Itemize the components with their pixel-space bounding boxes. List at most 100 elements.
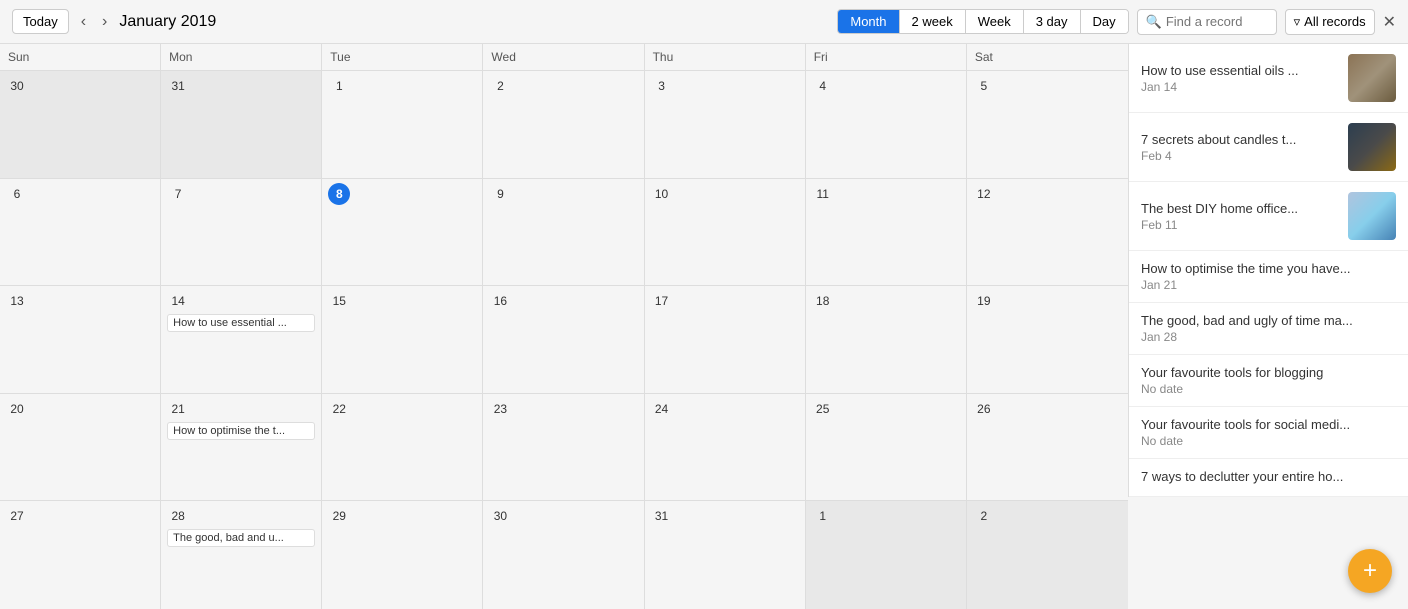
- calendar-cell[interactable]: 2: [483, 71, 644, 178]
- close-button[interactable]: ✕: [1383, 12, 1396, 32]
- calendar-cell[interactable]: 19: [967, 286, 1128, 393]
- sidebar-item-title: How to optimise the time you have...: [1141, 261, 1396, 276]
- calendar-cell[interactable]: 15: [322, 286, 483, 393]
- sidebar-item[interactable]: How to use essential oils ...Jan 14: [1129, 44, 1408, 113]
- cell-number: 5: [973, 75, 995, 97]
- prev-nav-button[interactable]: ‹: [77, 11, 90, 33]
- sidebar: How to use essential oils ...Jan 14 7 sec…: [1128, 44, 1408, 497]
- search-box: 🔍: [1137, 9, 1277, 35]
- sidebar-item[interactable]: 7 secrets about candles t... Feb 4: [1129, 113, 1408, 182]
- calendar-cell[interactable]: 5: [967, 71, 1128, 178]
- calendar-cell[interactable]: 26: [967, 394, 1128, 501]
- tab-day[interactable]: Day: [1081, 10, 1128, 33]
- cell-number: 21: [167, 398, 189, 420]
- cell-number: 25: [812, 398, 834, 420]
- sidebar-item-info: The best DIY home office... Feb 11: [1141, 201, 1338, 232]
- calendar-cell[interactable]: 17: [645, 286, 806, 393]
- tab-3day[interactable]: 3 day: [1024, 10, 1081, 33]
- calendar-cell[interactable]: 24: [645, 394, 806, 501]
- sidebar-item-title: 7 secrets about candles t...: [1141, 132, 1338, 147]
- cell-number: 13: [6, 290, 28, 312]
- calendar-cell[interactable]: 1: [806, 501, 967, 609]
- calendar-cell[interactable]: 7: [161, 179, 322, 286]
- event-pill[interactable]: How to use essential ...: [167, 314, 315, 332]
- sidebar-list: How to use essential oils ...Jan 14 7 sec…: [1129, 44, 1408, 497]
- cell-number: 11: [812, 183, 834, 205]
- sidebar-item-info: How to optimise the time you have... Jan …: [1141, 261, 1396, 292]
- sidebar-item-date: Jan 21: [1141, 278, 1396, 292]
- sidebar-item-date: Feb 11: [1141, 218, 1338, 232]
- today-button[interactable]: Today: [12, 9, 69, 34]
- sidebar-item-date: Jan 14: [1141, 80, 1338, 94]
- calendar-cell[interactable]: 30: [0, 71, 161, 178]
- cell-number: 30: [489, 505, 511, 527]
- calendar-cell[interactable]: 21 How to optimise the t...: [161, 394, 322, 501]
- calendar-cell[interactable]: 27: [0, 501, 161, 609]
- filter-button[interactable]: ▿ All records: [1285, 9, 1375, 35]
- day-headers: Sun Mon Tue Wed Thu Fri Sat: [0, 44, 1128, 71]
- calendar-cell[interactable]: 20: [0, 394, 161, 501]
- sidebar-item-date: Jan 28: [1141, 330, 1396, 344]
- calendar-week-2: 13 14How to use essential ...151617 18 19: [0, 286, 1128, 394]
- sidebar-item-info: 7 ways to declutter your entire ho...: [1141, 469, 1396, 486]
- calendar-cell[interactable]: 28The good, bad and u...: [161, 501, 322, 609]
- cell-number: 12: [973, 183, 995, 205]
- cell-number: 19: [973, 290, 995, 312]
- search-input[interactable]: [1166, 14, 1266, 29]
- calendar-cell[interactable]: 6: [0, 179, 161, 286]
- sidebar-item-title: Your favourite tools for social medi...: [1141, 417, 1396, 432]
- cell-number: 22: [328, 398, 350, 420]
- sidebar-wrapper: How to use essential oils ...Jan 14 7 sec…: [1128, 44, 1408, 609]
- calendar-cell[interactable]: 29: [322, 501, 483, 609]
- sidebar-item[interactable]: 7 ways to declutter your entire ho...: [1129, 459, 1408, 497]
- calendar-cell[interactable]: 25: [806, 394, 967, 501]
- sidebar-item-title: 7 ways to declutter your entire ho...: [1141, 469, 1396, 484]
- tab-week[interactable]: Week: [966, 10, 1024, 33]
- calendar-cell[interactable]: 31: [161, 71, 322, 178]
- calendar-cell[interactable]: 3: [645, 71, 806, 178]
- sidebar-item[interactable]: The good, bad and ugly of time ma...Jan …: [1129, 303, 1408, 355]
- calendar-cell[interactable]: 8: [322, 179, 483, 286]
- tab-month[interactable]: Month: [838, 10, 899, 33]
- sidebar-item-info: How to use essential oils ...Jan 14: [1141, 63, 1338, 94]
- calendar-cell[interactable]: 18: [806, 286, 967, 393]
- next-nav-button[interactable]: ›: [98, 11, 111, 33]
- calendar-cell[interactable]: 13: [0, 286, 161, 393]
- calendar-cell[interactable]: 4: [806, 71, 967, 178]
- calendar-cell[interactable]: 31: [645, 501, 806, 609]
- calendar-week-0: 3031 1 2 345: [0, 71, 1128, 179]
- calendar-cell[interactable]: 30: [483, 501, 644, 609]
- month-title: January 2019: [119, 13, 216, 31]
- event-pill[interactable]: How to optimise the t...: [167, 422, 315, 440]
- cell-number: 18: [812, 290, 834, 312]
- calendar-cell[interactable]: 14How to use essential ...: [161, 286, 322, 393]
- calendar-week-4: 2728The good, bad and u...29 30 3112: [0, 501, 1128, 609]
- calendar-cell[interactable]: 1: [322, 71, 483, 178]
- calendar-cell[interactable]: 2: [967, 501, 1128, 609]
- tab-2week[interactable]: 2 week: [900, 10, 966, 33]
- calendar-cell[interactable]: 11: [806, 179, 967, 286]
- day-header-mon: Mon: [161, 44, 322, 70]
- sidebar-item[interactable]: The best DIY home office... Feb 11: [1129, 182, 1408, 251]
- calendar-grid: 30311234567891011121314How to use essent…: [0, 71, 1128, 609]
- sidebar-item[interactable]: How to optimise the time you have... Jan …: [1129, 251, 1408, 303]
- sidebar-item-date: No date: [1141, 434, 1396, 448]
- sidebar-item[interactable]: Your favourite tools for social medi... N…: [1129, 407, 1408, 459]
- calendar-cell[interactable]: 12: [967, 179, 1128, 286]
- add-record-button[interactable]: +: [1348, 549, 1392, 593]
- calendar-week-1: 678910 11 12: [0, 179, 1128, 287]
- sidebar-item-date: Feb 4: [1141, 149, 1338, 163]
- cell-number: 1: [328, 75, 350, 97]
- calendar-cell[interactable]: 10: [645, 179, 806, 286]
- calendar-cell[interactable]: 16: [483, 286, 644, 393]
- main-area: Sun Mon Tue Wed Thu Fri Sat 303112345678…: [0, 44, 1408, 609]
- calendar-cell[interactable]: 23: [483, 394, 644, 501]
- event-pill[interactable]: The good, bad and u...: [167, 529, 315, 547]
- sidebar-item[interactable]: Your favourite tools for bloggingNo date: [1129, 355, 1408, 407]
- calendar-cell[interactable]: 9: [483, 179, 644, 286]
- calendar-cell[interactable]: 22: [322, 394, 483, 501]
- sidebar-item-title: Your favourite tools for blogging: [1141, 365, 1396, 380]
- cell-number: 20: [6, 398, 28, 420]
- sidebar-item-title: The best DIY home office...: [1141, 201, 1338, 216]
- cell-number: 2: [489, 75, 511, 97]
